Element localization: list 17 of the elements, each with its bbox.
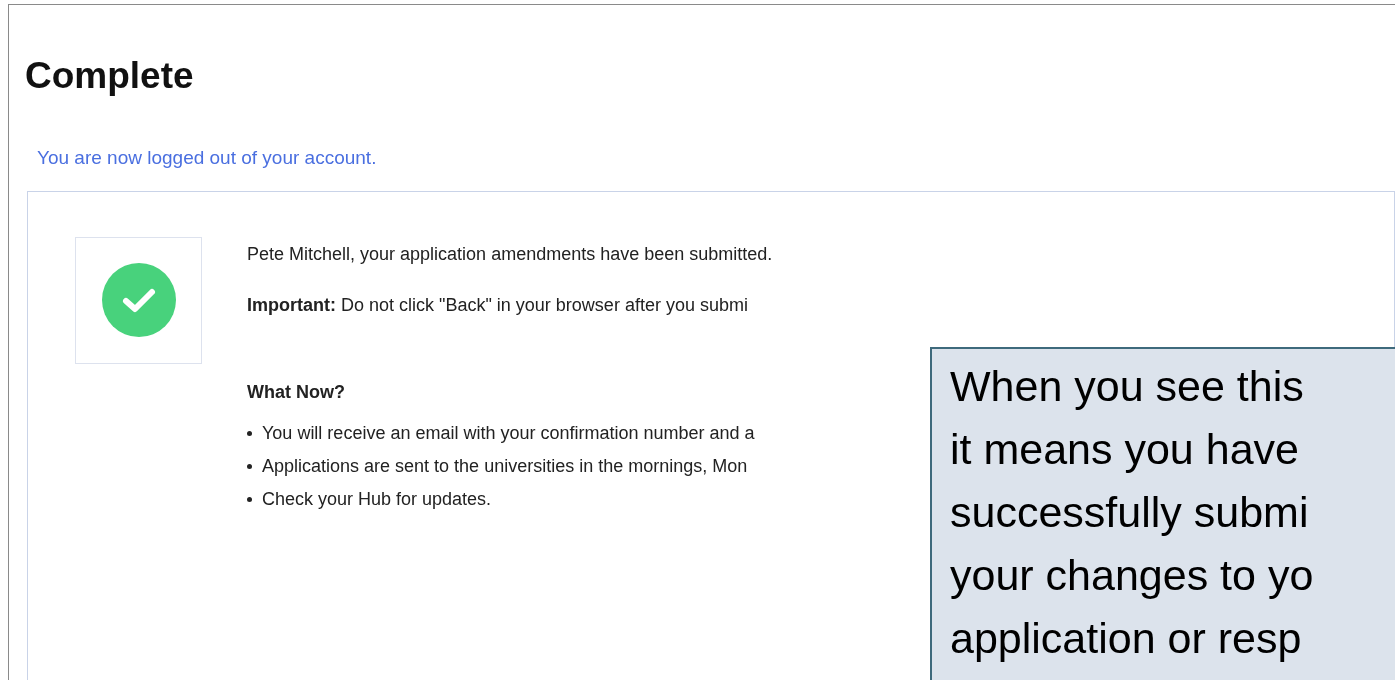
submitted-message: Pete Mitchell, your application amendments have been submitted. [247,242,773,266]
bullet-icon [247,430,252,436]
callout-text-line: When you see this [950,361,1305,412]
page-title: Complete [25,57,195,94]
important-warning: Important: Do not click "Back" in your browser after you submi [247,293,749,317]
callout-text-line: it means you have [950,424,1300,475]
bullet-icon [247,496,252,502]
bullet-icon [247,463,252,469]
callout-text-line: application or resp [950,613,1303,664]
check-circle-icon [101,263,176,337]
callout-text-line: your changes to yo [950,550,1315,601]
what-now-heading: What Now? [247,380,346,404]
next-step-text: Applications are sent to the universities in the mornings, Mon [262,454,748,478]
next-step-text: You will receive an email with your confirmation number and a [262,421,755,445]
logout-notice: You are now logged out of your account. [37,146,378,170]
next-step-text: Check your Hub for updates. [262,487,492,511]
callout-text-line: successfully submi [950,487,1310,538]
